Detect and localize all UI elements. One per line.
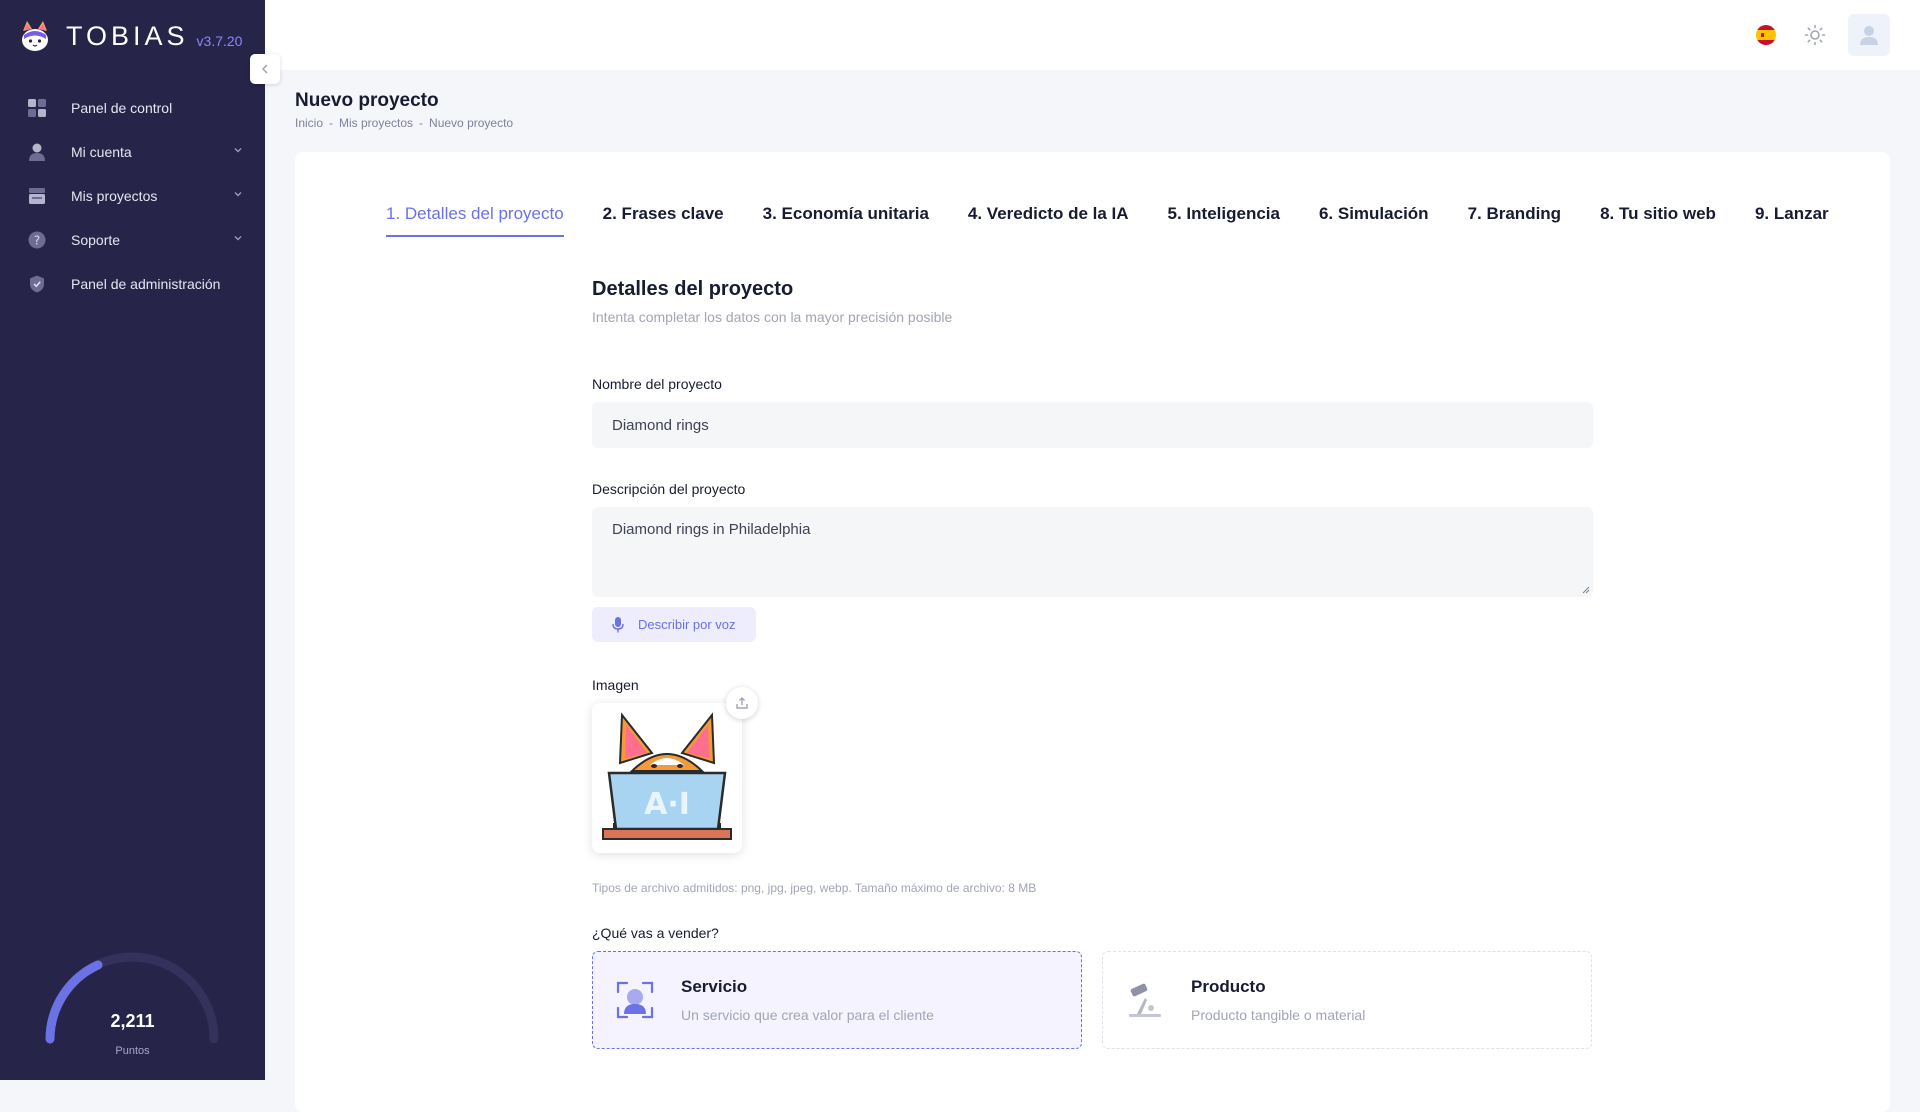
project-name-value: Diamond rings [612,416,709,434]
cat-logo-icon [22,21,48,51]
shield-icon [27,274,47,294]
dashboard-icon [27,98,47,118]
project-image-preview[interactable]: A·I [592,687,758,853]
image-file-hint: Tipos de archivo admitidos: png, jpg, jp… [592,881,1037,895]
sidebar-item-dashboard[interactable]: Panel de control [0,86,265,130]
voice-button-label: Describir por voz [638,617,736,632]
project-description-textarea[interactable]: Diamond rings in Philadelphia [592,507,1593,597]
project-name-label: Nombre del proyecto [592,376,722,392]
logo[interactable]: TOBIAS v3.7.20 [20,18,242,54]
voice-describe-button[interactable]: Describir por voz [592,607,756,642]
breadcrumb-separator: - [329,116,334,130]
tab-simulation[interactable]: 6. Simulación [1319,204,1429,237]
svg-text:?: ? [34,234,40,248]
chevron-down-icon [234,236,242,241]
points-gauge: 2,211 Puntos [40,945,225,1080]
project-wizard-card: 1. Detalles del proyecto 2. Frases clave… [295,152,1890,1112]
tab-website[interactable]: 8. Tu sitio web [1600,204,1716,237]
option-product-text: Producto Producto tangible o material [1191,977,1365,1023]
tab-project-details[interactable]: 1. Detalles del proyecto [386,204,564,237]
option-title: Producto [1191,977,1266,996]
svg-text:A·I: A·I [644,787,690,822]
points-label: Puntos [115,1045,150,1057]
chevron-down-icon [234,148,242,153]
tab-ai-verdict[interactable]: 4. Veredicto de la IA [968,204,1129,237]
option-description: Un servicio que crea valor para el clien… [681,1007,934,1023]
resize-handle-icon[interactable] [1582,586,1590,594]
sidebar-item-label: Panel de administración [71,276,221,292]
sidebar-item-label: Mis proyectos [71,188,158,204]
chevron-left-icon [261,64,268,74]
form-title: Detalles del proyecto [592,278,794,300]
breadcrumb: Inicio - Mis proyectos - Nuevo proyecto [295,116,513,130]
option-service[interactable]: Servicio Un servicio que crea valor para… [592,951,1082,1049]
page-title: Nuevo proyecto [295,90,439,111]
project-name-input[interactable]: Diamond rings [592,402,1593,448]
option-service-text: Servicio Un servicio que crea valor para… [681,977,934,1023]
tab-key-phrases[interactable]: 2. Frases clave [603,204,724,237]
user-avatar[interactable] [1848,14,1890,56]
tab-branding[interactable]: 7. Branding [1468,204,1562,237]
chevron-down-icon [234,192,242,197]
sidebar-nav: Panel de control Mi cuenta Mis proyectos [0,86,265,306]
sun-icon[interactable] [1804,24,1826,46]
user-icon [27,142,47,162]
microphone-icon [612,616,624,632]
top-header [265,0,1920,70]
tab-launch[interactable]: 9. Lanzar [1755,204,1829,237]
sidebar-collapse-button[interactable] [250,54,280,84]
option-description: Producto tangible o material [1191,1007,1366,1023]
sidebar-item-admin[interactable]: Panel de administración [0,262,265,306]
project-details-form: Detalles del proyecto Intenta completar … [592,278,1593,1049]
help-icon: ? [27,230,47,250]
service-icon [616,981,654,1019]
projects-icon [27,186,47,206]
sidebar-item-label: Soporte [71,232,121,248]
tab-unit-economics[interactable]: 3. Economía unitaria [763,204,929,237]
sell-type-label: ¿Qué vas a vender? [592,925,719,941]
project-description-value: Diamond rings in Philadelphia [612,521,811,538]
product-icon [1129,983,1161,1017]
app-name: TOBIAS [66,20,189,51]
header-actions [1756,14,1890,56]
breadcrumb-item-projects[interactable]: Mis proyectos [339,116,413,130]
sell-type-options: Servicio Un servicio que crea valor para… [592,951,1593,1049]
app-version: v3.7.20 [196,33,243,49]
sidebar-item-projects[interactable]: Mis proyectos [0,174,265,218]
points-value: 2,211 [110,1011,155,1031]
sidebar-item-account[interactable]: Mi cuenta [0,130,265,174]
tab-intelligence[interactable]: 5. Inteligencia [1168,204,1280,237]
sidebar: TOBIAS v3.7.20 Panel de control Mi cuent… [0,0,265,1080]
spain-flag-icon[interactable] [1756,25,1776,45]
breadcrumb-item-current: Nuevo proyecto [429,116,514,130]
form-subtitle: Intenta completar los datos con la mayor… [592,309,953,325]
user-avatar-icon [1860,26,1878,45]
project-description-label: Descripción del proyecto [592,481,746,497]
breadcrumb-separator: - [419,116,424,130]
sidebar-item-label: Mi cuenta [71,144,132,160]
sidebar-item-label: Panel de control [71,100,173,116]
upload-image-button[interactable] [726,687,758,719]
ai-cat-illustration: A·I [602,712,732,840]
breadcrumb-item-home[interactable]: Inicio [295,116,323,130]
upload-icon [736,697,748,709]
wizard-steps: 1. Detalles del proyecto 2. Frases clave… [386,204,1829,237]
option-title: Servicio [681,977,748,996]
sidebar-item-support[interactable]: ? Soporte [0,218,265,262]
option-product[interactable]: Producto Producto tangible o material [1102,951,1592,1049]
